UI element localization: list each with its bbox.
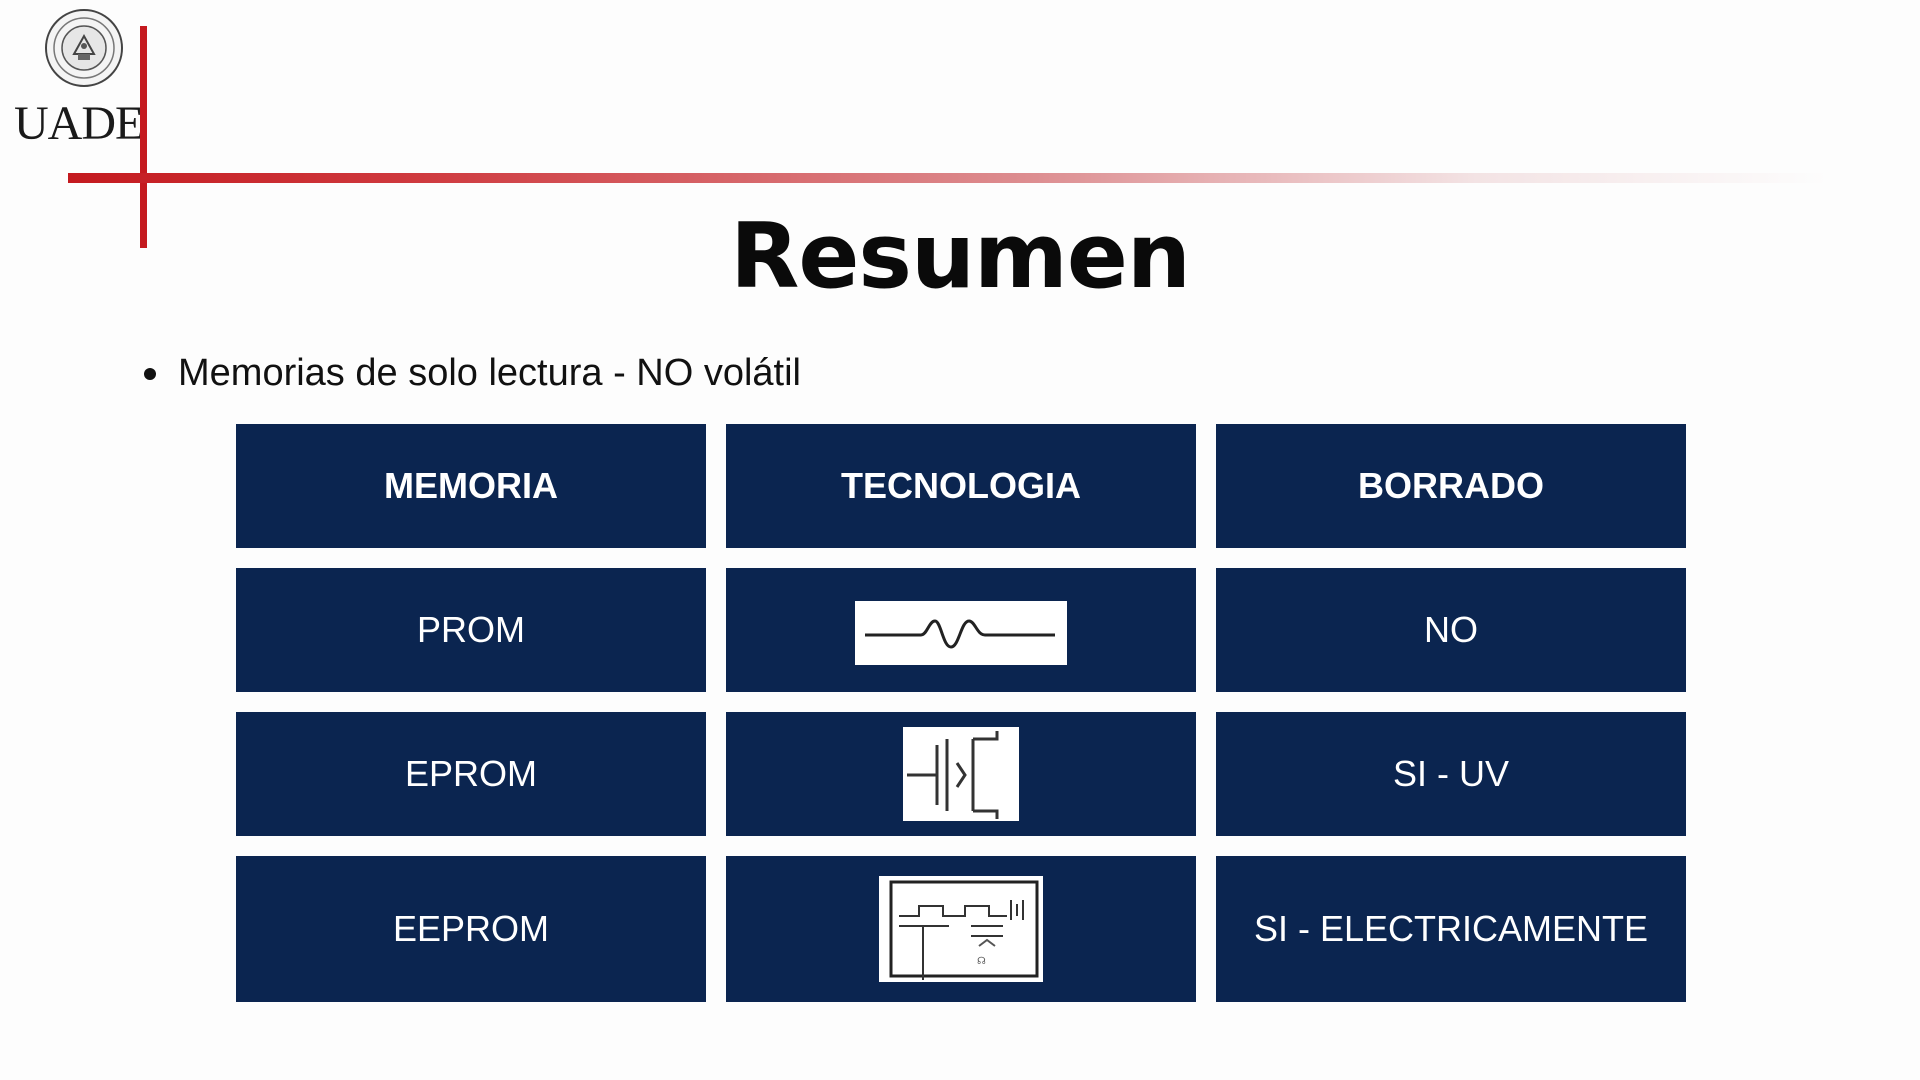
eeprom-cell-circuit-icon: ☊ [879, 876, 1043, 982]
bullet-dot-icon [144, 367, 156, 380]
cell-borrado-eeprom: SI - ELECTRICAMENTE [1216, 856, 1686, 1002]
university-seal-icon [45, 9, 123, 87]
slide: UADE Resumen Memorias de solo lectura - … [0, 0, 1920, 1080]
red-horizontal-line [68, 173, 1828, 183]
slide-title: Resumen [730, 204, 1191, 309]
svg-text:☊: ☊ [977, 956, 986, 967]
cell-borrado-prom: NO [1216, 568, 1686, 692]
bullet-item: Memorias de solo lectura - NO volátil [144, 352, 801, 395]
header-memoria: MEMORIA [236, 424, 706, 548]
rom-summary-table: MEMORIA TECNOLOGIA BORRADO PROM NO EPROM [236, 424, 1686, 1002]
logo-text: UADE [14, 97, 144, 150]
uade-logo: UADE [14, 8, 144, 148]
cell-tecnologia-eprom [726, 712, 1196, 836]
cell-tecnologia-prom [726, 568, 1196, 692]
bullet-text: Memorias de solo lectura - NO volátil [178, 352, 801, 394]
cell-tecnologia-eeprom: ☊ [726, 856, 1196, 1002]
cell-borrado-eprom: SI - UV [1216, 712, 1686, 836]
header-borrado: BORRADO [1216, 424, 1686, 548]
header-tecnologia: TECNOLOGIA [726, 424, 1196, 548]
fuse-symbol-icon [855, 601, 1067, 665]
floating-gate-transistor-icon [903, 727, 1019, 821]
cell-memoria-prom: PROM [236, 568, 706, 692]
cell-memoria-eprom: EPROM [236, 712, 706, 836]
cell-memoria-eeprom: EEPROM [236, 856, 706, 1002]
